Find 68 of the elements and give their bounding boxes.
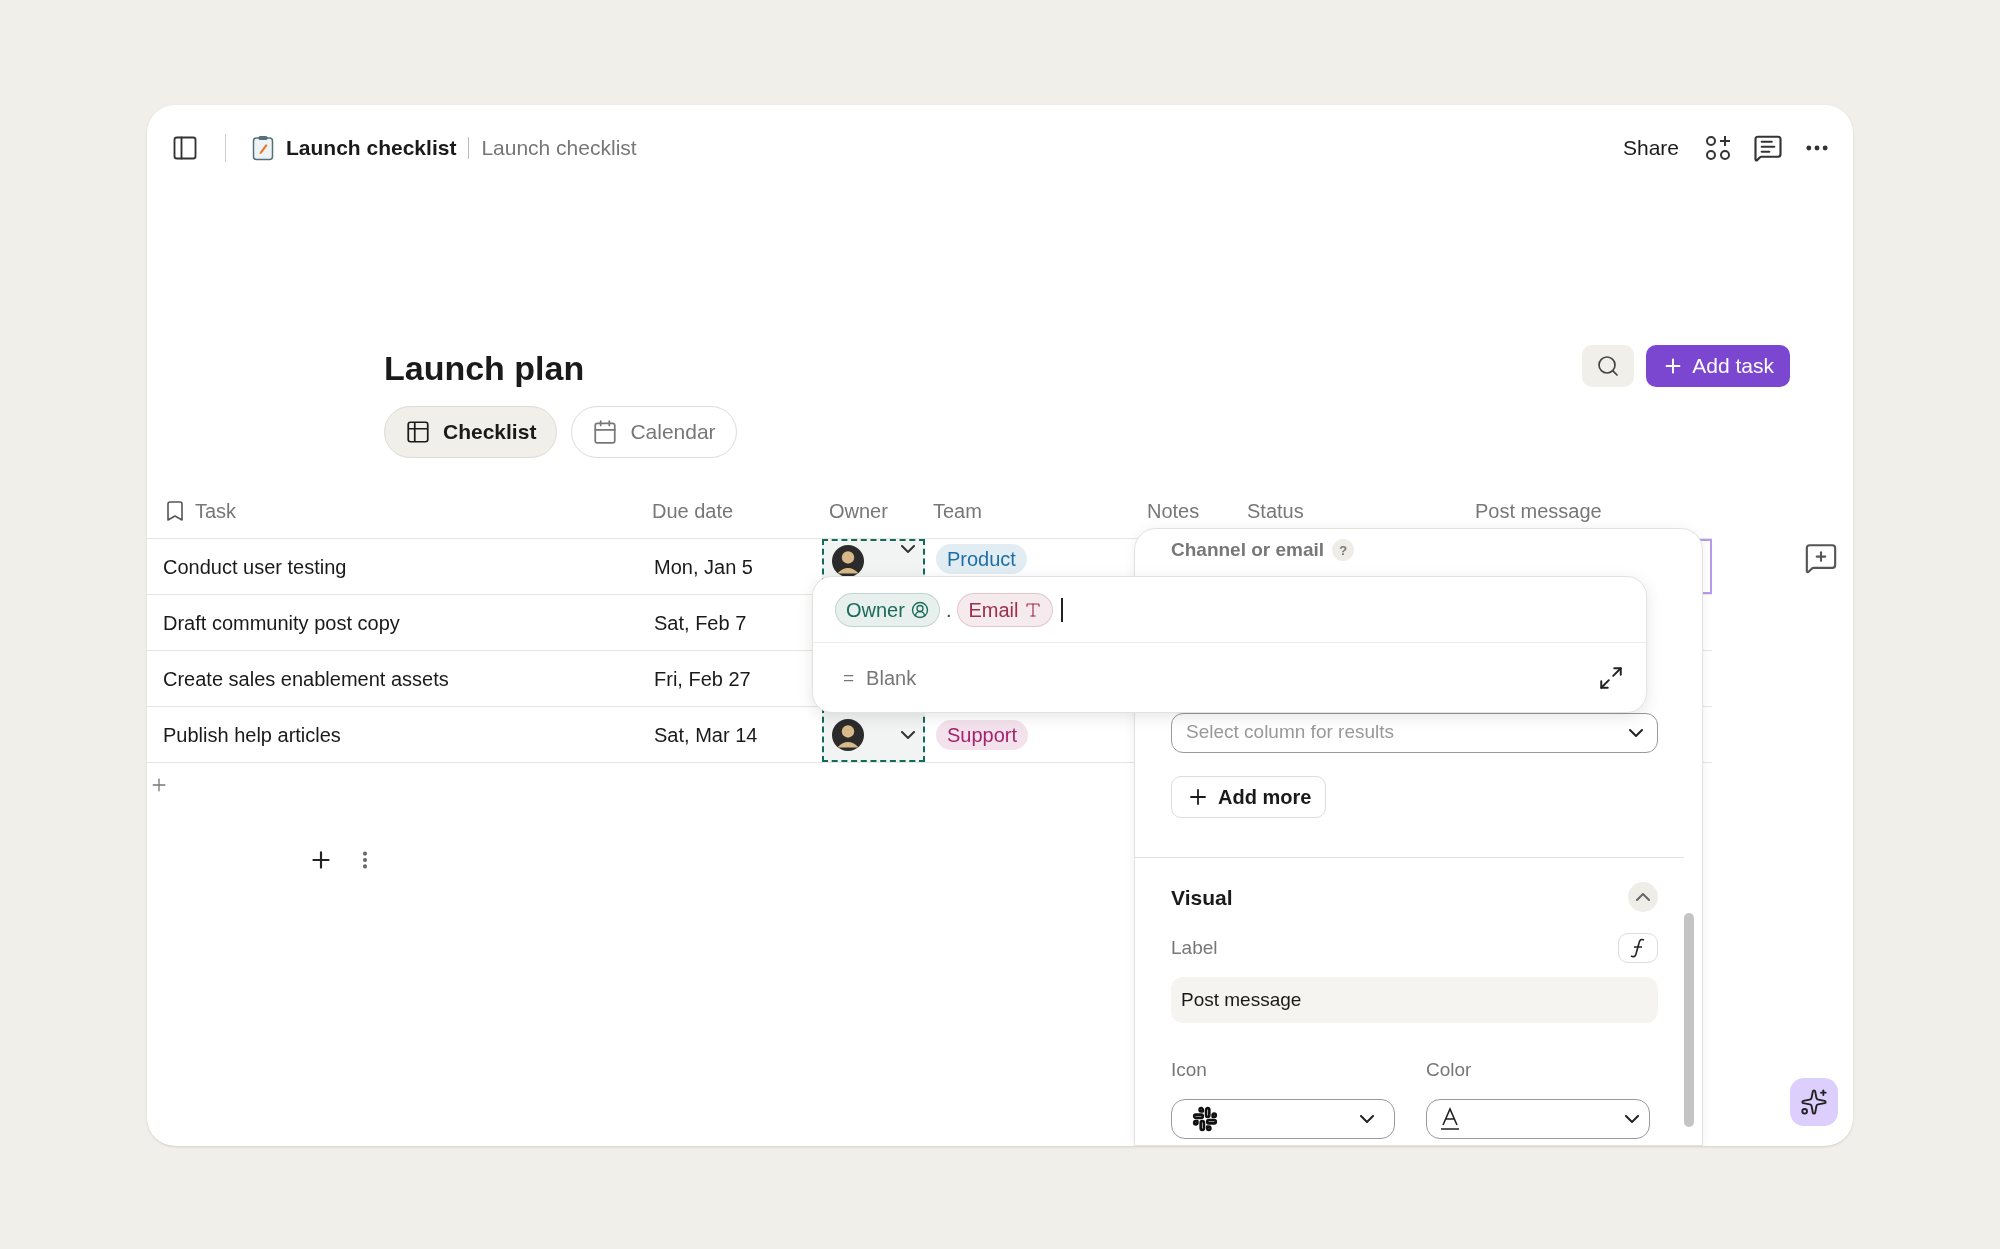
calendar-icon [592,419,619,445]
text-type-icon [1024,600,1043,619]
text-cursor [1061,597,1064,622]
chevron-down-icon [901,730,915,739]
column-header[interactable]: Task [195,495,237,526]
function-icon [1630,938,1646,958]
team-tag[interactable]: Support [936,719,1029,750]
view-tab[interactable]: Calendar [571,406,737,458]
add-more-button[interactable]: Add more [1171,775,1327,818]
clipboard-icon [252,135,274,161]
column-token[interactable]: Owner [835,592,940,627]
ai-assistant-button[interactable] [1790,1078,1838,1126]
search-icon [1596,353,1621,378]
color-select[interactable] [1426,1098,1650,1139]
formula-result: Blank [866,666,917,691]
task-cell: Conduct user testing [163,555,347,578]
page-title: Launch plan [384,348,585,388]
due-date-cell: Sat, Mar 14 [654,723,758,746]
view-tab[interactable]: Checklist [384,406,558,458]
due-date-cell: Fri, Feb 27 [654,667,751,690]
formula-button[interactable] [1618,933,1658,963]
scrollbar[interactable] [1684,913,1694,1127]
chevron-down-icon [901,545,915,553]
results-column-select[interactable]: Select column for results [1171,712,1658,753]
column-header[interactable]: Notes [1147,495,1200,526]
chevron-down-icon [1360,1114,1374,1123]
chevron-down-icon [1629,728,1643,737]
icon-select[interactable] [1171,1098,1395,1139]
field-token[interactable]: Email [957,592,1054,627]
chevron-up-icon [1636,893,1650,902]
help-badge[interactable]: ? [1332,539,1355,562]
field-label: Icon [1171,1059,1207,1080]
column-header[interactable]: Status [1247,495,1304,526]
task-cell: Publish help articles [163,723,341,746]
team-tag[interactable]: Product [936,544,1027,574]
breadcrumb-title[interactable]: Launch checklist [286,132,457,164]
breadcrumb-page[interactable]: Launch checklist [481,132,637,164]
section-title: Visual [1171,884,1233,911]
expand-icon[interactable] [1598,665,1624,691]
formula-separator: . [945,597,952,623]
add-widget-icon[interactable] [1705,135,1731,161]
share-button[interactable]: Share [1622,132,1679,164]
table-icon [405,419,431,445]
column-header[interactable]: Due date [652,495,734,526]
task-cell: Create sales enablement assets [163,667,449,690]
sidebar-toggle-icon[interactable] [171,134,199,162]
add-comment-icon[interactable] [1804,541,1838,575]
task-cell: Draft community post copy [163,611,400,634]
hash-logo-icon [1192,1105,1218,1132]
sparkle-icon [1800,1088,1828,1116]
search-button[interactable] [1582,344,1635,387]
column-header[interactable]: Owner [829,495,888,526]
add-task-button[interactable]: Add task [1646,344,1790,387]
field-label: Color [1426,1059,1472,1080]
person-icon [910,600,929,619]
due-date-cell: Sat, Feb 7 [654,611,747,634]
field-label: Channel or email [1171,538,1325,562]
equals-sign: = [843,665,855,690]
chevron-down-icon [1625,1114,1639,1123]
column-header[interactable]: Post message [1475,495,1602,526]
due-date-cell: Mon, Jan 5 [654,555,753,578]
label-input[interactable]: Post message [1171,977,1658,1023]
column-header[interactable]: Team [933,495,982,526]
avatar [832,718,864,751]
field-label: Label [1171,935,1218,960]
comments-icon[interactable] [1753,133,1783,163]
avatar [832,545,864,577]
collapse-button[interactable] [1628,882,1658,913]
